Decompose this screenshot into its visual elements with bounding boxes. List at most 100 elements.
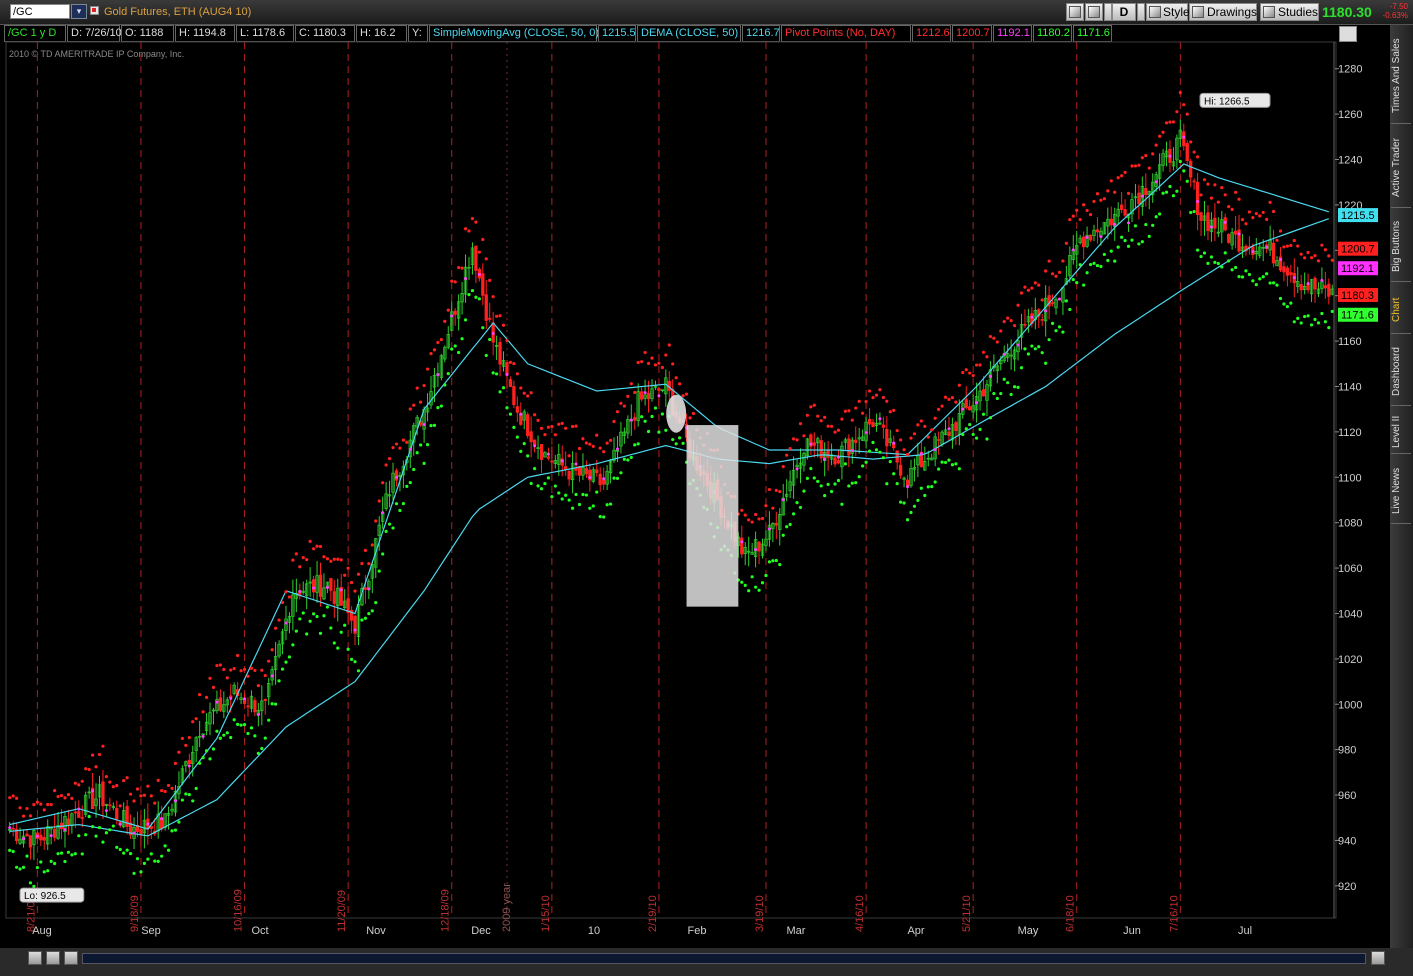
pivot-dot-r (239, 669, 243, 673)
studies-button[interactable]: Studies (1260, 3, 1319, 21)
style-button[interactable]: Style (1146, 3, 1190, 21)
pivot-dot-s (829, 489, 834, 494)
pivot-dot-s (1303, 314, 1307, 319)
pivot-dot-pp (1016, 343, 1020, 347)
sidebar-tab-times-and-sales[interactable]: Times And Sales (1391, 28, 1411, 124)
pivot-dot-r (339, 558, 343, 562)
pivot-dot-s (287, 655, 292, 659)
pivot-dot-r (1082, 203, 1086, 207)
pivot-dot-pp (8, 826, 12, 830)
aggregation-button[interactable]: D (1112, 3, 1136, 21)
pivot-dot-s (42, 870, 46, 874)
pivot-dot-r (1151, 152, 1155, 156)
pivot-dot-s (363, 616, 367, 620)
candle-body (515, 406, 519, 413)
pivot-dot-r (1133, 164, 1138, 168)
pivot-dot-r (1164, 121, 1169, 125)
pivot-dot-s (791, 512, 796, 516)
pivot-dot-s (757, 588, 761, 592)
crosshair-tool-button[interactable] (1066, 3, 1084, 21)
sidebar-tab-big-buttons[interactable]: Big Buttons (1391, 212, 1411, 282)
pivot-dot-s (570, 506, 575, 510)
candle-body (52, 828, 57, 838)
time-scrollbar[interactable] (82, 953, 1366, 964)
pivot-dot-r (640, 360, 644, 364)
tool-dropdown-button[interactable] (1104, 3, 1112, 21)
pivot-dot-r (463, 227, 468, 231)
candle-body (318, 574, 323, 597)
y-tick-label: 1160 (1338, 336, 1362, 348)
cursor-icon (1088, 6, 1100, 18)
fit-button[interactable] (64, 951, 78, 965)
pivot-dot-pp (256, 713, 260, 717)
pivot-dot-r (1158, 134, 1162, 138)
pivot-dot-pp (1127, 221, 1131, 225)
scroll-right-button[interactable] (1371, 951, 1385, 965)
candle-body (474, 245, 478, 271)
pivot-dot-s (294, 629, 298, 633)
pivot-dot-s (798, 505, 803, 510)
pivot-dot-r (588, 442, 592, 446)
pivot-dot-r (919, 419, 923, 423)
pivot-dot-pp (1140, 194, 1144, 198)
pivot-dot-r (370, 543, 374, 547)
pivot-dot-s (833, 482, 837, 486)
pivot-dot-s (681, 441, 685, 445)
pivot-dot-s (1147, 234, 1151, 238)
sidebar-tab-chart[interactable]: Chart (1391, 286, 1411, 334)
candle-body (657, 388, 661, 391)
pivot-dot-pp (394, 475, 398, 479)
candle-body (39, 834, 43, 841)
pivot-dot-r (1130, 164, 1134, 168)
pivot-dot-s (778, 563, 782, 567)
pivot-dot-r (1271, 209, 1276, 214)
pivot-dot-r (322, 555, 326, 559)
pivot-dot-s (467, 293, 471, 297)
pivot-dot-s (1085, 271, 1089, 275)
symbol-input[interactable]: /GC (10, 4, 70, 19)
cursor-tool-button[interactable] (1085, 3, 1103, 21)
pivot-dot-s (122, 851, 126, 855)
sidebar-tab-live-news[interactable]: Live News (1391, 458, 1411, 524)
pivot-dot-s (1327, 326, 1331, 330)
pivot-dot-s (160, 854, 164, 858)
aggregation-dropdown[interactable] (1137, 3, 1145, 21)
symbol-lookup-button[interactable]: ▾ (71, 4, 87, 19)
pivot-dot-r (1040, 298, 1044, 302)
pivot-dot-r (805, 413, 809, 417)
pivot-dot-r (533, 413, 537, 417)
y-tick-label: 960 (1338, 790, 1356, 802)
candle-body (481, 273, 485, 296)
zoom-out-button[interactable] (46, 951, 60, 965)
crosshair-icon (1069, 6, 1081, 18)
candle-body (854, 439, 858, 443)
pivot-dot-s (1123, 239, 1127, 243)
sidebar-tab-level-ii[interactable]: Level II (1391, 410, 1411, 454)
pivot-dot-pp (1057, 297, 1061, 301)
pivot-dot-s (1271, 281, 1276, 285)
pivot-dot-pp (602, 477, 606, 481)
studies-label: Studies (1278, 5, 1319, 19)
candle-body (332, 591, 336, 604)
pivot-dot-r (1323, 248, 1327, 252)
price-chart[interactable]: 8/21/09 9/18/09 10/16/09 11/20/09 12/18/09 1/… (0, 24, 1390, 948)
pivot-dot-s (916, 498, 920, 502)
pivot-dot-pp (312, 586, 316, 590)
sidebar-tab-active-trader[interactable]: Active Trader (1391, 128, 1411, 208)
pivot-dot-s (1247, 272, 1251, 277)
candle-body (1213, 217, 1217, 229)
pivot-dot-r (1247, 210, 1251, 214)
sidebar-tab-dashboard[interactable]: Dashboard (1391, 338, 1411, 406)
drawings-button[interactable]: Drawings (1189, 3, 1257, 21)
pivot-dot-r (943, 395, 948, 399)
pivot-dot-r (881, 395, 885, 400)
date-marker-label: 4/16/10 (854, 895, 866, 932)
pivot-dot-s (77, 834, 81, 838)
pivot-dot-s (850, 481, 854, 485)
pivot-dot-s (477, 297, 481, 301)
zoom-in-button[interactable] (28, 951, 42, 965)
candle-body (1313, 277, 1317, 290)
pivot-dot-s (771, 559, 775, 563)
pivot-dot-s (63, 859, 67, 864)
pivot-dot-r (291, 558, 295, 562)
